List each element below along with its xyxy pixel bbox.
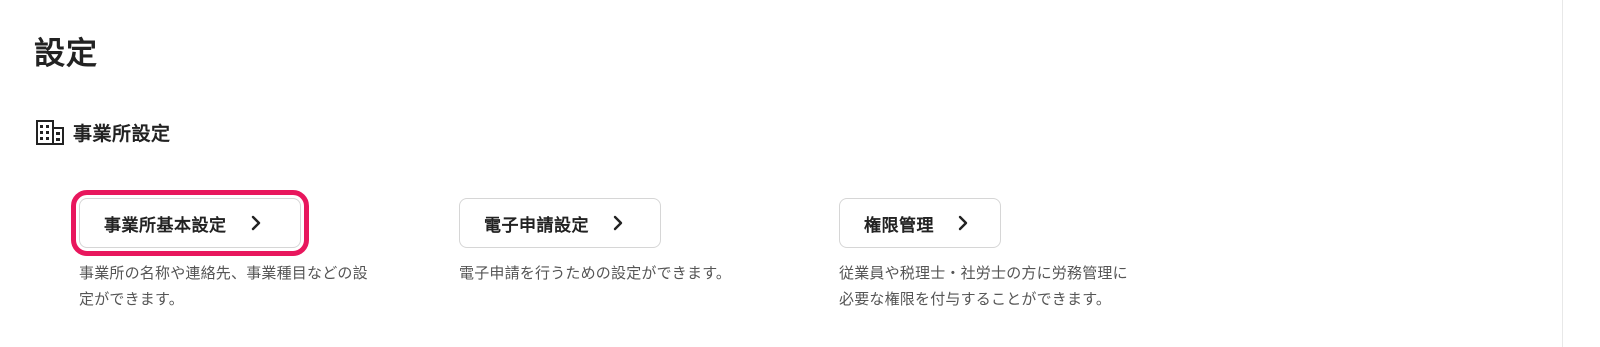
permission-management-button[interactable]: 権限管理 (839, 198, 1001, 248)
description-line: 事業所の名称や連絡先、事業種目などの設 (79, 264, 368, 282)
permission-management-label: 権限管理 (864, 215, 934, 236)
electronic-application-settings-label: 電子申請設定 (484, 215, 589, 236)
card-permission-management: 権限管理 従業員や税理士・社労士の方に労務管理に 必要な権限を付与することができ… (839, 198, 1128, 312)
page-title: 設定 (34, 36, 98, 72)
card-electronic-application-settings: 電子申請設定 電子申請を行うための設定ができます。 (459, 198, 731, 286)
description-line: 必要な権限を付与することができます。 (839, 290, 1112, 308)
chevron-right-icon (956, 215, 970, 231)
description-line: 定ができます。 (79, 290, 184, 308)
office-basic-settings-button[interactable]: 事業所基本設定 (71, 190, 309, 256)
permission-management-description: 従業員や税理士・社労士の方に労務管理に 必要な権限を付与することができます。 (839, 260, 1128, 312)
electronic-application-settings-button[interactable]: 電子申請設定 (459, 198, 661, 248)
chevron-right-icon (249, 215, 263, 231)
settings-page: 設定 事業所設定 事業所基本設定 事業所の名称や連絡先、事業種目などの設 定がで… (0, 0, 1563, 347)
description-line: 従業員や税理士・社労士の方に労務管理に (839, 264, 1128, 282)
office-basic-settings-label: 事業所基本設定 (104, 215, 227, 236)
section-heading-office-settings: 事業所設定 (35, 117, 171, 147)
building-icon (35, 117, 65, 147)
office-basic-settings-description: 事業所の名称や連絡先、事業種目などの設 定ができます。 (79, 260, 368, 312)
description-line: 電子申請を行うための設定ができます。 (459, 264, 732, 282)
chevron-right-icon (611, 215, 625, 231)
electronic-application-settings-description: 電子申請を行うための設定ができます。 (459, 260, 731, 286)
section-heading-label: 事業所設定 (73, 122, 171, 145)
card-office-basic-settings: 事業所基本設定 事業所の名称や連絡先、事業種目などの設 定ができます。 (71, 190, 368, 312)
